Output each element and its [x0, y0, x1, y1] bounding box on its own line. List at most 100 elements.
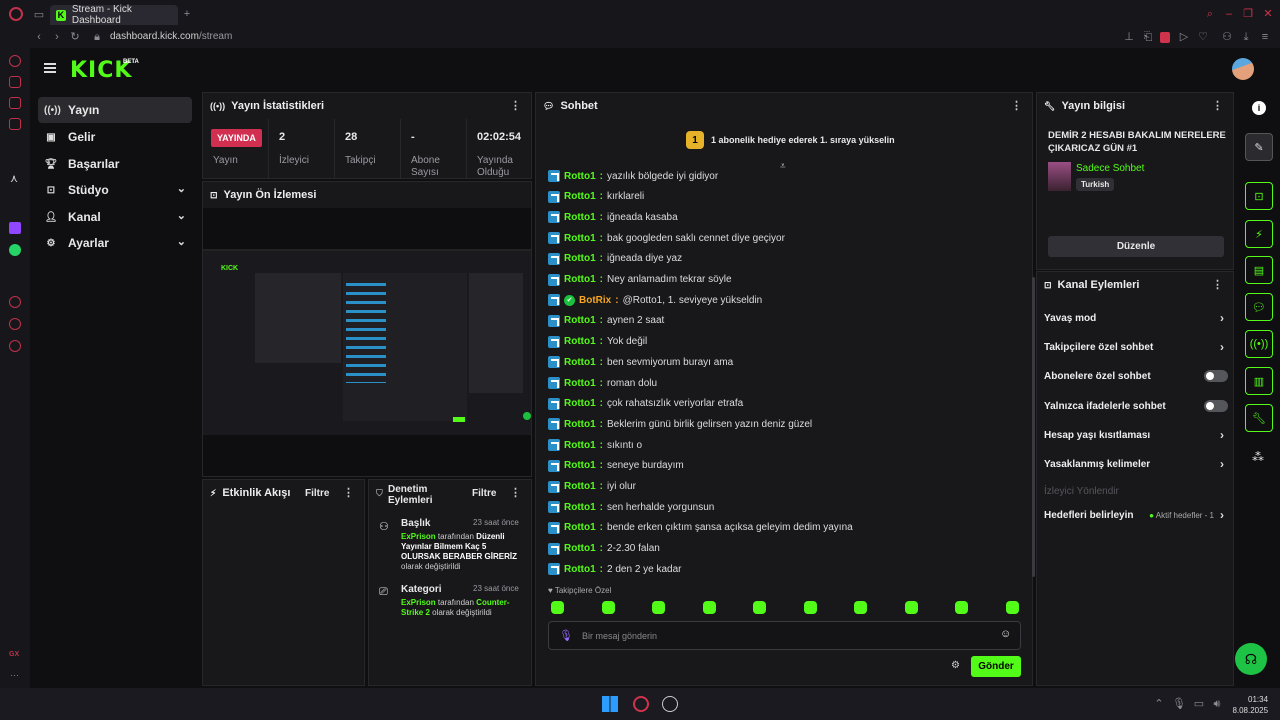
channel-action-row[interactable]: Yavaş mod ›: [1044, 305, 1228, 331]
chat-message[interactable]: Rotto1: roman dolu: [548, 374, 657, 392]
emote-icon[interactable]: [702, 601, 716, 614]
heart-icon[interactable]: ♡: [1196, 31, 1210, 43]
monitor-icon[interactable]: ▭: [1192, 698, 1206, 710]
kebab-menu-icon[interactable]: ⋮: [1212, 278, 1223, 291]
chat-username[interactable]: Rotto1: [564, 357, 596, 368]
chat-username[interactable]: Rotto1: [564, 543, 596, 554]
nav-item-gelir[interactable]: ▣ Gelir: [38, 124, 192, 150]
channel-action-row[interactable]: Takipçilere özel sohbet ›: [1044, 334, 1228, 360]
history-icon[interactable]: [9, 296, 21, 308]
chat-message[interactable]: Rotto1: bende erken çıktım şansa açıksa g…: [548, 519, 853, 537]
nav-item-ayarlar[interactable]: ⚙ Ayarlar ⌄: [38, 230, 192, 256]
forward-icon[interactable]: ›: [50, 31, 64, 43]
close-icon[interactable]: ✕: [1261, 8, 1275, 20]
toggle-switch[interactable]: [1204, 400, 1228, 412]
chat-username[interactable]: Rotto1: [564, 481, 596, 492]
chat-message[interactable]: Rotto1: sen herhalde yorgunsun: [548, 498, 714, 516]
chat-username[interactable]: Rotto1: [564, 440, 596, 451]
chat-username[interactable]: Rotto1: [564, 233, 596, 244]
chat-message[interactable]: Rotto1: Ney anlamadım tekrar söyle: [548, 271, 732, 289]
send-button[interactable]: Gönder: [971, 656, 1021, 677]
chat-bubble-icon[interactable]: 💬︎: [1245, 293, 1273, 321]
chat-username[interactable]: Rotto1: [564, 460, 596, 471]
chat-username[interactable]: Rotto1: [564, 522, 596, 533]
category-link[interactable]: Sadece Sohbet: [1076, 163, 1144, 174]
collapse-icon[interactable]: ⩡: [780, 161, 786, 172]
chat-message[interactable]: Rotto1: iyi olur: [548, 478, 636, 496]
back-icon[interactable]: ‹: [32, 31, 46, 43]
chat-username[interactable]: Rotto1: [564, 315, 596, 326]
chat-username[interactable]: Rotto1: [564, 398, 596, 409]
mic-icon[interactable]: 🎙︎: [1172, 698, 1186, 710]
info-icon[interactable]: i: [1252, 101, 1266, 115]
chat-message[interactable]: Rotto1:2-2.30 falan: [548, 540, 660, 558]
nav-item-kanal[interactable]: 👤︎ Kanal ⌄: [38, 204, 192, 230]
clock[interactable]: 01:34 8.08.2025: [1232, 694, 1268, 716]
browser-tab[interactable]: K Stream - Kick Dashboard: [50, 4, 178, 26]
chat-message[interactable]: Rotto1: çok rahatsızlık veriyorlar etrafa: [548, 395, 743, 413]
kebab-menu-icon[interactable]: ⋮: [1212, 99, 1223, 112]
apps-icon[interactable]: ⁂: [1252, 450, 1264, 464]
emote-icon[interactable]: [601, 601, 615, 614]
chat-message[interactable]: Rotto1:2 den 2 ye kadar: [548, 560, 682, 578]
chat-username[interactable]: Rotto1: [564, 564, 596, 575]
emote-icon[interactable]: [551, 601, 564, 614]
chat-settings-icon[interactable]: ⚙: [951, 660, 960, 671]
volume-icon[interactable]: 🔊︎: [1210, 698, 1224, 710]
chat-message[interactable]: Rotto1: yazılık bölgede iyi gidiyor: [548, 167, 718, 185]
chat-message[interactable]: Rotto1: kırklareli: [548, 188, 644, 206]
settings-icon[interactable]: [9, 340, 21, 352]
chat-username[interactable]: Rotto1: [564, 336, 596, 347]
chat-message[interactable]: ✔ BotRix: @Rotto1, 1. seviyeye yükseldin: [548, 291, 762, 309]
chat-message[interactable]: Rotto1: Yok değil: [548, 333, 647, 351]
chat-message[interactable]: Rotto1: iğneada kasaba: [548, 208, 678, 226]
emote-icon[interactable]: [904, 601, 918, 614]
gx-icon[interactable]: GX: [9, 651, 19, 658]
obs-icon[interactable]: [662, 696, 678, 712]
bag-icon[interactable]: [9, 76, 21, 88]
chat-message[interactable]: Rotto1: aynen 2 saat: [548, 312, 664, 330]
shield-icon[interactable]: [1160, 32, 1170, 43]
broadcast-icon[interactable]: ((•)): [1245, 330, 1273, 358]
chat-scrollbar[interactable]: [1032, 277, 1035, 577]
reload-icon[interactable]: ↻: [68, 31, 82, 43]
studio-icon[interactable]: ⊡: [1245, 182, 1273, 210]
hamburger-icon[interactable]: [44, 63, 56, 73]
wrench-icon[interactable]: 🔧︎: [1245, 404, 1273, 432]
more-icon[interactable]: ···: [10, 670, 19, 680]
emote-icon[interactable]: [803, 601, 817, 614]
chat-username[interactable]: Rotto1: [564, 502, 596, 513]
bolt-icon[interactable]: ⚡︎: [1245, 220, 1273, 248]
filter-button[interactable]: Filtre: [305, 488, 329, 499]
pin-icon[interactable]: ⊥: [1122, 31, 1136, 43]
url-field[interactable]: dashboard.kick.com/stream: [110, 31, 232, 42]
document-icon[interactable]: ▤: [1245, 256, 1273, 284]
edit-button[interactable]: Düzenle: [1048, 236, 1224, 257]
emote-icon[interactable]: [854, 601, 867, 614]
emote-icon[interactable]: [753, 601, 766, 614]
chat-message[interactable]: Rotto1: ben sevmiyorum burayı ama: [548, 353, 733, 371]
channel-action-row[interactable]: Yasaklanmış kelimeler ›: [1044, 451, 1228, 477]
chat-message[interactable]: Rotto1: seneye burdayım: [548, 457, 684, 475]
chat-message[interactable]: Rotto1: iğneada diye yaz: [548, 250, 682, 268]
nav-item-yayin[interactable]: ((•)) Yayın: [38, 97, 192, 123]
kick-side-icon[interactable]: ⋏: [10, 172, 18, 185]
chat-username[interactable]: Rotto1: [564, 274, 596, 285]
toggle-switch[interactable]: [1204, 370, 1228, 382]
chat-input[interactable]: 🎙︎ Bir mesaj gönderin ☺: [548, 621, 1021, 650]
maximize-icon[interactable]: ❐: [1241, 8, 1255, 20]
channel-action-row[interactable]: Hedefleri belirleyin ● Aktif hedefler - 1…: [1044, 502, 1228, 528]
kebab-menu-icon[interactable]: ⋮: [510, 486, 521, 499]
twitch-icon[interactable]: [9, 222, 21, 234]
whatsapp-icon[interactable]: [9, 244, 21, 256]
player-icon[interactable]: ▷: [1177, 31, 1191, 43]
minimize-icon[interactable]: –: [1222, 8, 1236, 20]
avatar[interactable]: [1232, 58, 1254, 80]
snapshot-icon[interactable]: ⎗: [1141, 31, 1155, 43]
search-icon[interactable]: ⌕: [1203, 8, 1217, 20]
kebab-menu-icon[interactable]: ⋮: [1011, 99, 1022, 112]
chat-username[interactable]: Rotto1: [564, 378, 596, 389]
game-icon[interactable]: [9, 97, 21, 109]
extensions-icon[interactable]: [9, 318, 21, 330]
account-icon[interactable]: ⚇: [1220, 31, 1234, 43]
